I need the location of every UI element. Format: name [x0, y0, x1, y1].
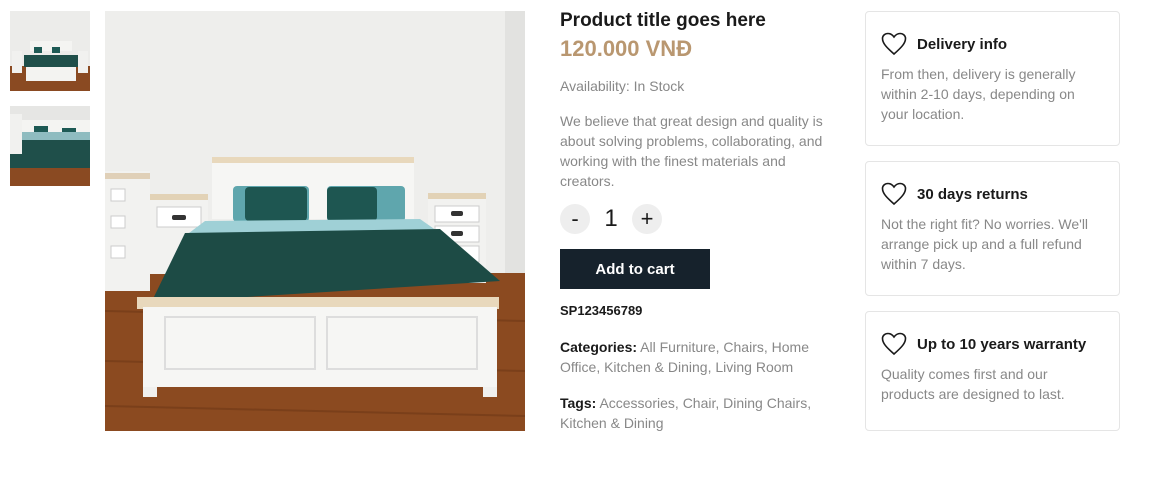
heart-icon [881, 182, 907, 206]
feature-delivery: Delivery info From then, delivery is gen… [865, 11, 1120, 146]
quantity-stepper: - 1 + [560, 203, 830, 235]
bedroom-main-image [105, 11, 525, 431]
heart-icon [881, 332, 907, 356]
product-price: 120.000 VNĐ [560, 36, 693, 61]
product-sku: SP123456789 [560, 303, 643, 318]
feature-header: 30 days returns [881, 180, 1104, 208]
bedroom-thumbnail-image [10, 106, 90, 186]
feature-text: From then, delivery is generally within … [881, 66, 1076, 122]
quantity-increase-button[interactable]: + [632, 204, 662, 234]
product-description: We believe that great design and quality… [560, 113, 823, 189]
category-link[interactable]: Living Room [715, 359, 793, 375]
thumbnail-2[interactable] [10, 106, 90, 186]
category-link[interactable]: Kitchen & Dining [604, 359, 708, 375]
quantity-value[interactable]: 1 [590, 205, 632, 233]
feature-returns: 30 days returns Not the right fit? No wo… [865, 161, 1120, 296]
feature-text: Not the right fit? No worries. We'll arr… [881, 216, 1089, 272]
product-main-image[interactable] [105, 11, 525, 431]
tag-link[interactable]: Kitchen & Dining [560, 415, 664, 431]
quantity-decrease-button[interactable]: - [560, 204, 590, 234]
product-tags: Tags: Accessories, Chair, Dining Chairs,… [560, 395, 812, 431]
bedroom-thumbnail-image [10, 11, 90, 91]
tag-link[interactable]: Chair [683, 395, 716, 411]
thumbnail-list [10, 11, 90, 201]
feature-header: Delivery info [881, 30, 1104, 58]
category-link[interactable]: Chairs [723, 339, 763, 355]
product-categories: Categories: All Furniture, Chairs, Home … [560, 339, 810, 375]
feature-warranty: Up to 10 years warranty Quality comes fi… [865, 311, 1120, 431]
thumbnail-1[interactable] [10, 11, 90, 91]
product-info: Product title goes here 120.000 VNĐ Avai… [560, 9, 830, 433]
feature-title: 30 days returns [917, 185, 1028, 203]
feature-list: Delivery info From then, delivery is gen… [865, 11, 1120, 446]
heart-icon [881, 32, 907, 56]
feature-title: Delivery info [917, 35, 1008, 53]
add-to-cart-button[interactable]: Add to cart [560, 249, 710, 289]
tag-link[interactable]: Accessories [599, 395, 674, 411]
feature-text: Quality comes first and our products are… [881, 366, 1065, 402]
availability-status: Availability: In Stock [560, 78, 685, 94]
feature-header: Up to 10 years warranty [881, 330, 1104, 358]
tags-label: Tags: [560, 395, 597, 411]
product-title: Product title goes here [560, 10, 766, 31]
category-link[interactable]: All Furniture [640, 339, 715, 355]
tag-link[interactable]: Dining Chairs [723, 395, 807, 411]
feature-title: Up to 10 years warranty [917, 335, 1087, 353]
categories-label: Categories: [560, 339, 638, 355]
